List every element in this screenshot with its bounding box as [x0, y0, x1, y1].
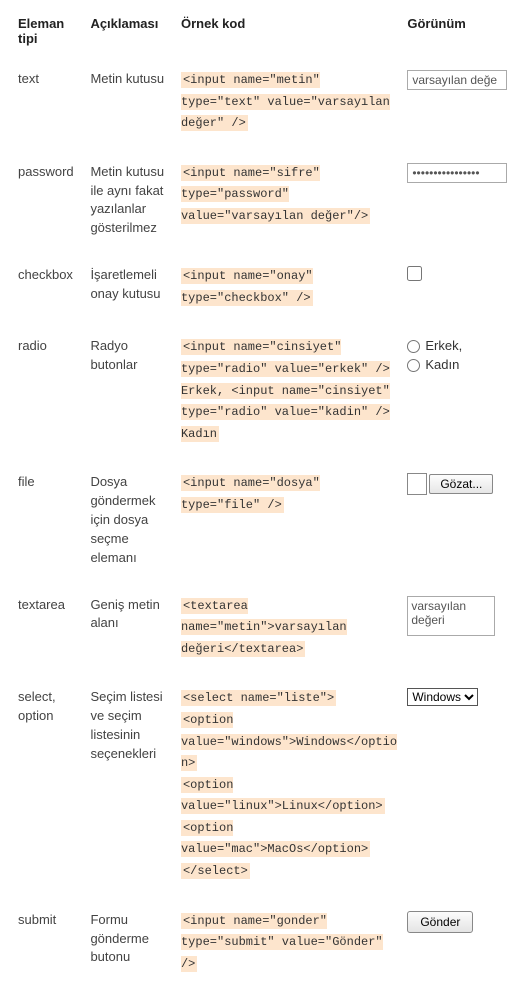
cell-view: [403, 252, 509, 323]
table-row: password Metin kutusu ile aynı fakat yaz…: [14, 149, 509, 252]
text-input[interactable]: [407, 70, 507, 90]
cell-view: varsayılan değeri: [403, 582, 509, 675]
table-row: radio Radyo butonlar <input name="cinsiy…: [14, 323, 509, 459]
cell-desc: İşaretlemeli onay kutusu: [86, 252, 177, 323]
cell-desc: Dosya göndermek için dosya seçme elemanı: [86, 459, 177, 581]
cell-view: Erkek, Kadın: [403, 323, 509, 459]
cell-view: Windows: [403, 674, 509, 896]
code-sample: </select>: [181, 863, 250, 879]
cell-code: <input name="dosya" type="file" />: [177, 459, 403, 581]
cell-view: [403, 149, 509, 252]
radio-kadin[interactable]: [407, 359, 420, 372]
cell-type: select, option: [14, 674, 86, 896]
code-sample: <input name="onay" type="checkbox" />: [181, 268, 313, 306]
cell-view: Gözat...: [403, 459, 509, 581]
file-path-box[interactable]: [407, 473, 427, 495]
cell-type: password: [14, 149, 86, 252]
radio-label: Erkek,: [425, 337, 462, 356]
table-row: text Metin kutusu <input name="metin" ty…: [14, 56, 509, 149]
cell-type: text: [14, 56, 86, 149]
table-row: textarea Geniş metin alanı <textarea nam…: [14, 582, 509, 675]
code-sample: <select name="liste">: [181, 690, 336, 706]
table-row: file Dosya göndermek için dosya seçme el…: [14, 459, 509, 581]
cell-view: Gönder: [403, 897, 509, 990]
header-code: Örnek kod: [177, 10, 403, 56]
code-sample: <option value="windows">Windows</option>: [181, 712, 397, 771]
radio-erkek[interactable]: [407, 340, 420, 353]
cell-view: [403, 56, 509, 149]
cell-desc: Radyo butonlar: [86, 323, 177, 459]
header-type: Eleman tipi: [14, 10, 86, 56]
header-view: Görünüm: [403, 10, 509, 56]
password-input[interactable]: [407, 163, 507, 183]
cell-desc: Metin kutusu ile aynı fakat yazılanlar g…: [86, 149, 177, 252]
cell-type: radio: [14, 323, 86, 459]
code-sample: <input name="sifre" type="password" valu…: [181, 165, 370, 224]
cell-code: <input name="cinsiyet" type="radio" valu…: [177, 323, 403, 459]
code-sample: <option value="mac">MacOs</option>: [181, 820, 370, 858]
code-sample: <option value="linux">Linux</option>: [181, 777, 385, 815]
cell-desc: Seçim listesi ve seçim listesinin seçene…: [86, 674, 177, 896]
textarea-input[interactable]: varsayılan değeri: [407, 596, 495, 636]
checkbox-input[interactable]: [407, 266, 422, 281]
table-row: submit Formu gönderme butonu <input name…: [14, 897, 509, 990]
cell-code: <textarea name="metin">varsayılan değeri…: [177, 582, 403, 675]
code-sample: <textarea name="metin">varsayılan değeri…: [181, 598, 347, 657]
code-sample: <input name="dosya" type="file" />: [181, 475, 320, 513]
cell-desc: Metin kutusu: [86, 56, 177, 149]
code-sample: <input name="cinsiyet" type="radio" valu…: [181, 339, 390, 441]
table-header-row: Eleman tipi Açıklaması Örnek kod Görünüm: [14, 10, 509, 56]
cell-code: <input name="onay" type="checkbox" />: [177, 252, 403, 323]
cell-desc: Geniş metin alanı: [86, 582, 177, 675]
cell-code: <input name="sifre" type="password" valu…: [177, 149, 403, 252]
cell-type: checkbox: [14, 252, 86, 323]
table-row: select, option Seçim listesi ve seçim li…: [14, 674, 509, 896]
cell-code: <select name="liste"> <option value="win…: [177, 674, 403, 896]
cell-desc: Formu gönderme butonu: [86, 897, 177, 990]
form-elements-table: Eleman tipi Açıklaması Örnek kod Görünüm…: [14, 10, 509, 989]
file-browse-button[interactable]: Gözat...: [429, 474, 493, 494]
cell-type: textarea: [14, 582, 86, 675]
cell-type: file: [14, 459, 86, 581]
header-desc: Açıklaması: [86, 10, 177, 56]
submit-button[interactable]: Gönder: [407, 911, 473, 933]
table-row: checkbox İşaretlemeli onay kutusu <input…: [14, 252, 509, 323]
code-sample: <input name="metin" type="text" value="v…: [181, 72, 390, 131]
code-sample: <input name="gonder" type="submit" value…: [181, 913, 383, 972]
select-input[interactable]: Windows: [407, 688, 478, 706]
cell-type: submit: [14, 897, 86, 990]
cell-code: <input name="gonder" type="submit" value…: [177, 897, 403, 990]
radio-label: Kadın: [425, 356, 459, 375]
cell-code: <input name="metin" type="text" value="v…: [177, 56, 403, 149]
